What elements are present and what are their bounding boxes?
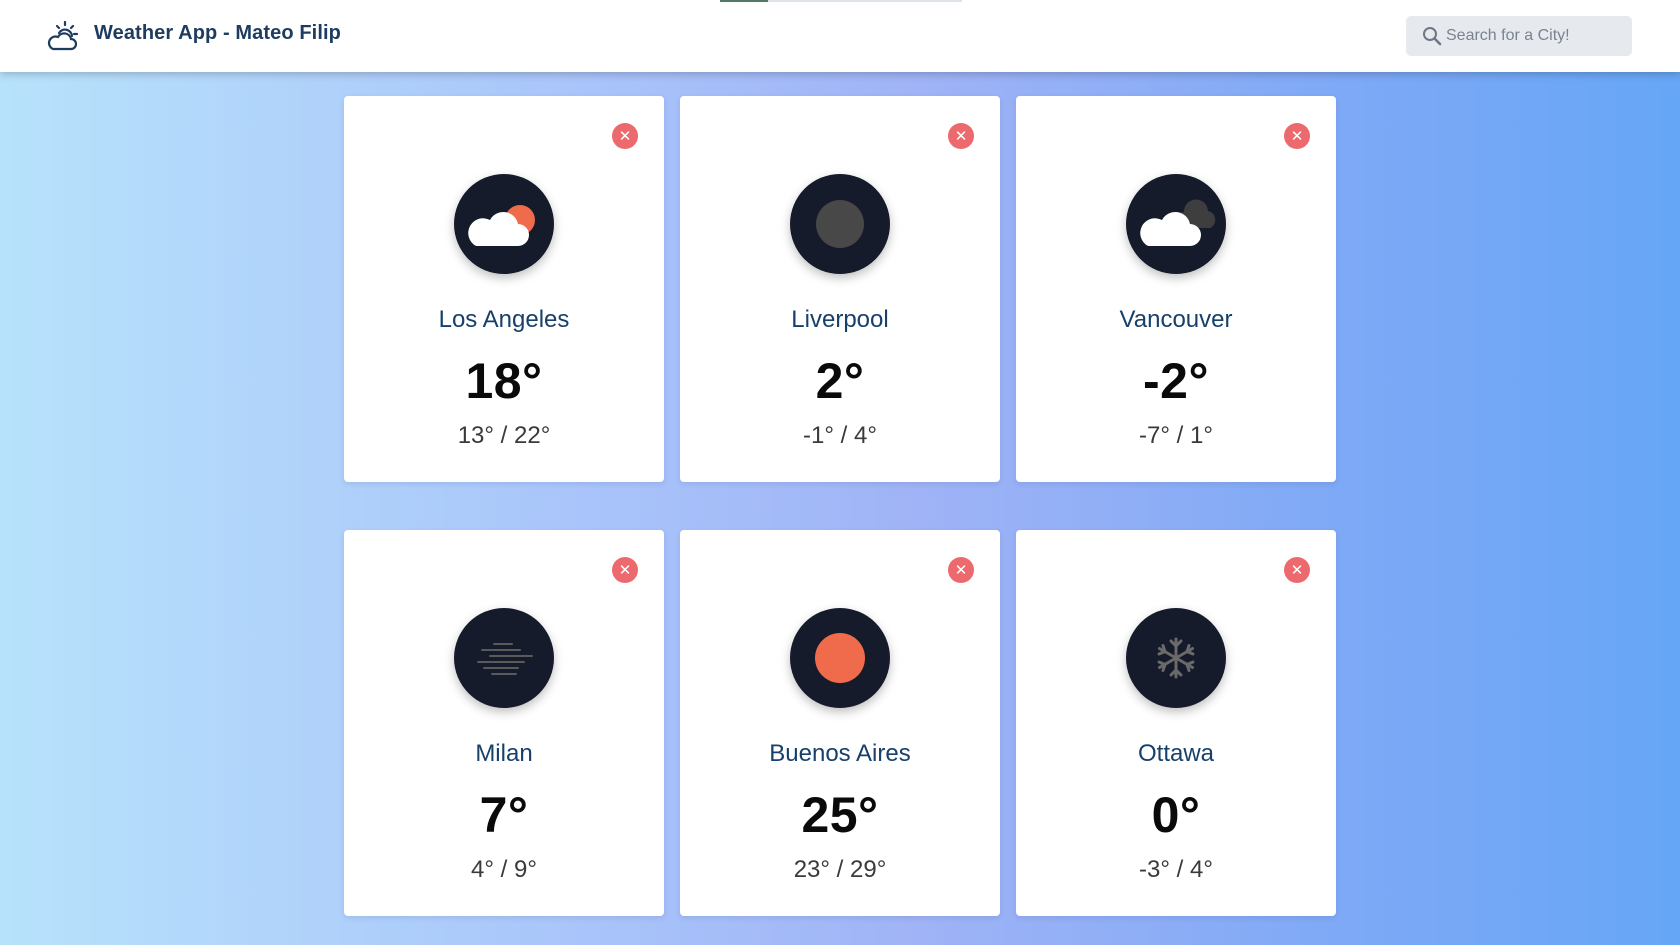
weather-card-milan[interactable]: ✕ Milan 7° 4° / 9° xyxy=(344,530,664,916)
fog-icon xyxy=(454,608,554,708)
temperature-range: 13° / 22° xyxy=(457,422,551,449)
current-temperature: 0° xyxy=(1151,787,1201,843)
cloud-moon-icon xyxy=(1126,174,1226,274)
current-temperature: 25° xyxy=(801,787,879,843)
city-name: Los Angeles xyxy=(438,306,570,333)
current-temperature: 2° xyxy=(815,353,865,409)
city-name: Vancouver xyxy=(1119,306,1233,333)
app-header: Weather App - Mateo Filip xyxy=(0,0,1680,72)
weather-card-buenos-aires[interactable]: ✕ Buenos Aires 25° 23° / 29° xyxy=(680,530,1000,916)
weather-card-vancouver[interactable]: ✕ Vancouver -2° -7° / 1° xyxy=(1016,96,1336,482)
temperature-range: 4° / 9° xyxy=(471,856,537,883)
remove-city-button[interactable]: ✕ xyxy=(612,557,638,583)
current-temperature: 7° xyxy=(479,787,529,843)
app-title: Weather App - Mateo Filip xyxy=(94,22,341,44)
partly-cloudy-icon xyxy=(47,20,79,51)
city-name: Liverpool xyxy=(791,306,889,333)
search-bar[interactable] xyxy=(1406,16,1632,56)
temperature-range: -3° / 4° xyxy=(1139,856,1213,883)
cloud-sun-icon xyxy=(454,174,554,274)
temperature-range: -1° / 4° xyxy=(803,422,877,449)
loading-bar xyxy=(720,0,962,2)
temperature-range: 23° / 29° xyxy=(793,856,887,883)
weather-card-liverpool[interactable]: ✕ Liverpool 2° -1° / 4° xyxy=(680,96,1000,482)
search-icon xyxy=(1423,27,1442,46)
city-name: Milan xyxy=(475,740,533,767)
current-temperature: 18° xyxy=(465,353,543,409)
remove-city-button[interactable]: ✕ xyxy=(1284,557,1310,583)
current-temperature: -2° xyxy=(1143,353,1209,409)
temperature-range: -7° / 1° xyxy=(1139,422,1213,449)
loading-bar-fill xyxy=(720,0,769,2)
remove-city-button[interactable]: ✕ xyxy=(948,557,974,583)
remove-city-button[interactable]: ✕ xyxy=(612,123,638,149)
city-name: Ottawa xyxy=(1137,740,1215,767)
search-input[interactable] xyxy=(1446,16,1626,56)
remove-city-button[interactable]: ✕ xyxy=(1284,123,1310,149)
weather-card-los-angeles[interactable]: ✕ Los Angeles 18° 13° / 22° xyxy=(344,96,664,482)
weather-card-ottawa[interactable]: ✕ Ottawa 0° -3° / 4° xyxy=(1016,530,1336,916)
city-name: Buenos Aires xyxy=(769,740,911,767)
snowflake-icon xyxy=(1126,608,1226,708)
sun-icon xyxy=(790,608,890,708)
moon-icon xyxy=(790,174,890,274)
remove-city-button[interactable]: ✕ xyxy=(948,123,974,149)
